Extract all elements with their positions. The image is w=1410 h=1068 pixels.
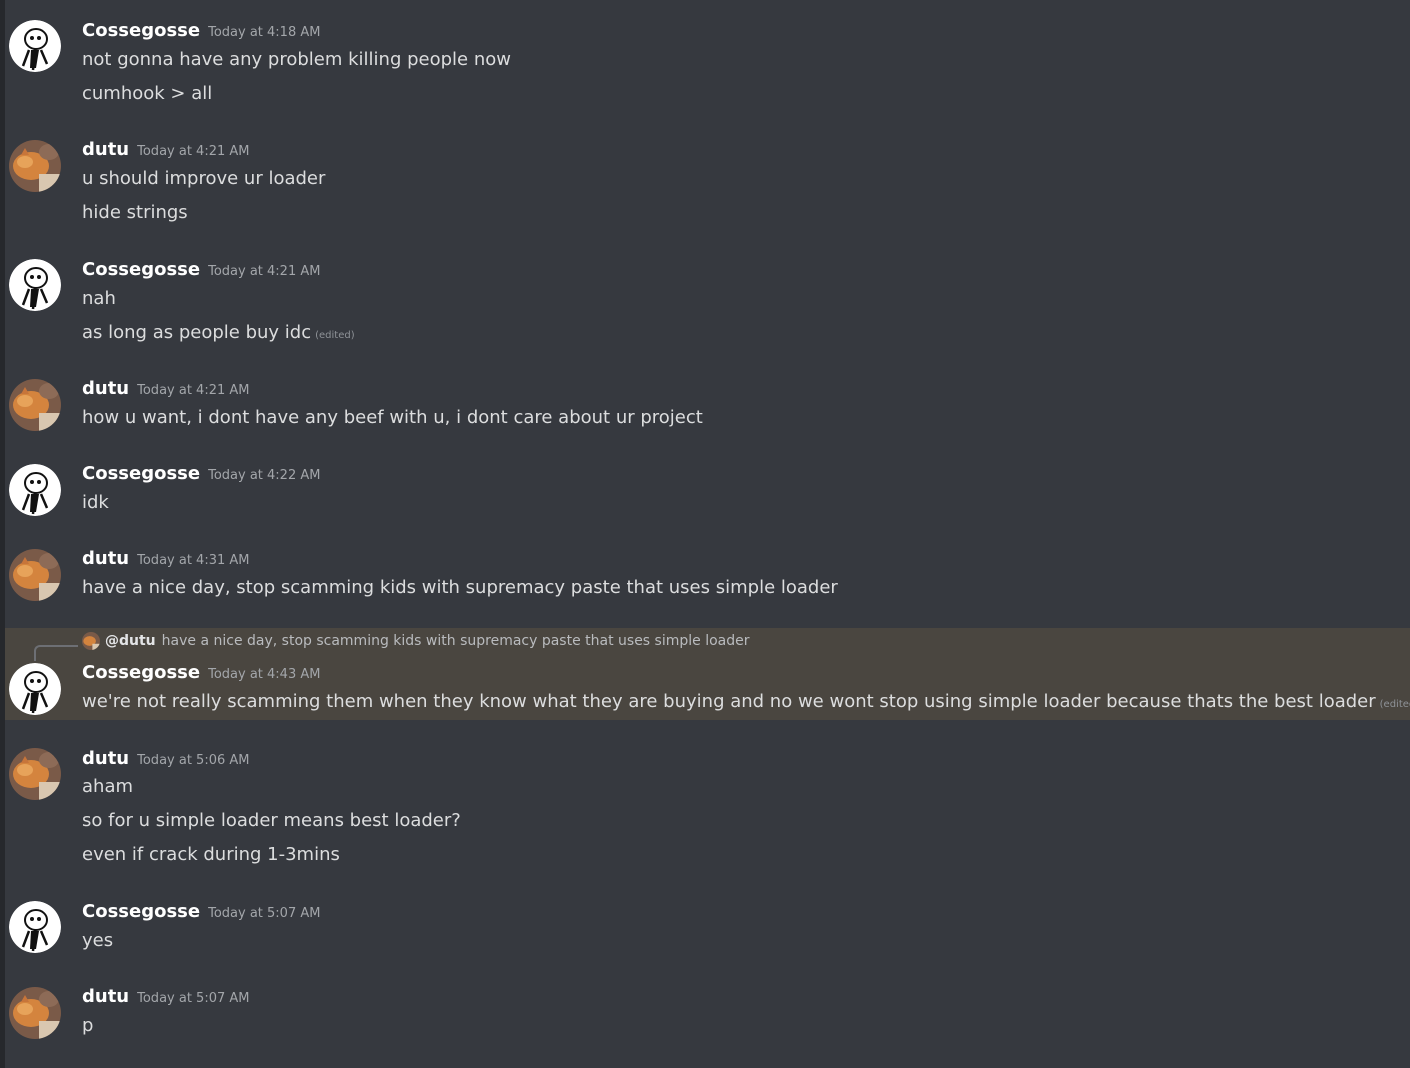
user-avatar[interactable] xyxy=(9,901,61,953)
user-avatar[interactable] xyxy=(9,259,61,311)
user-avatar[interactable] xyxy=(9,748,61,800)
message-text: p xyxy=(82,1015,94,1036)
message-header: Cossegosse Today at 4:43 AM xyxy=(82,662,320,686)
user-avatar[interactable] xyxy=(9,549,61,601)
message-header: dutu Today at 4:31 AM xyxy=(82,548,250,572)
message-header: Cossegosse Today at 4:22 AM xyxy=(82,463,320,487)
message-text: idk xyxy=(82,492,109,513)
edited-label: (edited) xyxy=(1379,699,1410,710)
message-header: dutu Today at 5:07 AM xyxy=(82,986,250,1010)
user-avatar[interactable] xyxy=(9,987,61,1039)
message-text: even if crack during 1-3mins xyxy=(82,844,340,865)
user-avatar[interactable] xyxy=(9,20,61,72)
message-header: Cossegosse Today at 4:18 AM xyxy=(82,20,320,44)
timestamp[interactable]: Today at 4:22 AM xyxy=(208,468,320,483)
username[interactable]: Cossegosse xyxy=(82,259,200,280)
message-text: have a nice day, stop scamming kids with… xyxy=(82,577,838,598)
message-header: dutu Today at 4:21 AM xyxy=(82,378,250,402)
user-avatar[interactable] xyxy=(9,379,61,431)
message-header: dutu Today at 4:21 AM xyxy=(82,139,250,163)
username[interactable]: dutu xyxy=(82,378,129,399)
timestamp[interactable]: Today at 4:21 AM xyxy=(137,144,249,159)
username[interactable]: Cossegosse xyxy=(82,901,200,922)
message-text: u should improve ur loader xyxy=(82,168,326,189)
message-text: so for u simple loader means best loader… xyxy=(82,810,461,831)
message-header: Cossegosse Today at 4:21 AM xyxy=(82,259,320,283)
message-text: yes xyxy=(82,930,114,951)
timestamp[interactable]: Today at 5:07 AM xyxy=(208,906,320,921)
message-content: we're not really scamming them when they… xyxy=(82,691,1376,712)
timestamp[interactable]: Today at 5:07 AM xyxy=(137,991,249,1006)
message-text: how u want, i dont have any beef with u,… xyxy=(82,407,703,428)
timestamp[interactable]: Today at 4:31 AM xyxy=(137,553,249,568)
reply-username[interactable]: @dutu xyxy=(105,633,156,649)
username[interactable]: dutu xyxy=(82,748,129,769)
username[interactable]: dutu xyxy=(82,986,129,1007)
username[interactable]: Cossegosse xyxy=(82,20,200,41)
edited-label: (edited) xyxy=(315,330,355,341)
timestamp[interactable]: Today at 4:43 AM xyxy=(208,667,320,682)
user-avatar[interactable] xyxy=(9,663,61,715)
message-text: not gonna have any problem killing peopl… xyxy=(82,49,511,70)
timestamp[interactable]: Today at 5:06 AM xyxy=(137,753,249,768)
timestamp[interactable]: Today at 4:21 AM xyxy=(137,383,249,398)
message-text: cumhook > all xyxy=(82,83,213,104)
timestamp[interactable]: Today at 4:18 AM xyxy=(208,25,320,40)
reply-spine xyxy=(34,645,78,661)
reply-avatar xyxy=(82,632,100,650)
message-text: we're not really scamming them when they… xyxy=(82,691,1410,712)
message-text: aham xyxy=(82,776,134,797)
message-content: as long as people buy idc xyxy=(82,322,312,343)
reply-reference[interactable]: @dutu have a nice day, stop scamming kids… xyxy=(82,632,750,656)
user-avatar[interactable] xyxy=(9,140,61,192)
username[interactable]: Cossegosse xyxy=(82,662,200,683)
message-list[interactable]: Cossegosse Today at 4:18 AM not gonna hav… xyxy=(5,0,1410,1068)
message-text: hide strings xyxy=(82,202,188,223)
message-text: nah xyxy=(82,288,116,309)
reply-text[interactable]: have a nice day, stop scamming kids with… xyxy=(162,633,750,649)
message-header: dutu Today at 5:06 AM xyxy=(82,748,250,772)
message-header: Cossegosse Today at 5:07 AM xyxy=(82,901,320,925)
message-text: as long as people buy idc (edited) xyxy=(82,322,355,343)
username[interactable]: dutu xyxy=(82,548,129,569)
username[interactable]: Cossegosse xyxy=(82,463,200,484)
username[interactable]: dutu xyxy=(82,139,129,160)
timestamp[interactable]: Today at 4:21 AM xyxy=(208,264,320,279)
user-avatar[interactable] xyxy=(9,464,61,516)
